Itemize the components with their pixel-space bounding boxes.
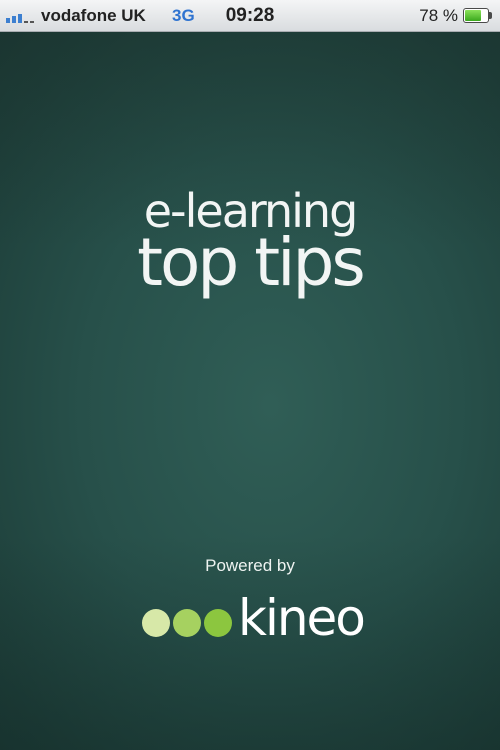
- powered-by-label: Powered by: [205, 556, 295, 575]
- logo-dot: [142, 609, 170, 637]
- status-bar: vodafone UK 3G 09:28 78 %: [0, 0, 500, 32]
- battery-body: [463, 8, 489, 23]
- app-title-line-2: top tips: [137, 224, 366, 301]
- battery-icon: [463, 8, 493, 23]
- battery-tip: [489, 12, 492, 19]
- splash-screen: vodafone UK 3G 09:28 78 % e-learning top…: [0, 0, 500, 750]
- kineo-logo: kineo: [142, 589, 366, 647]
- splash-background: e-learning top tips Powered by kineo: [0, 32, 500, 750]
- logo-wordmark: kineo: [238, 589, 366, 647]
- battery-fill: [465, 10, 482, 21]
- logo-dot: [173, 609, 201, 637]
- logo-dot: [204, 609, 232, 637]
- battery-percent: 78 %: [419, 6, 458, 25]
